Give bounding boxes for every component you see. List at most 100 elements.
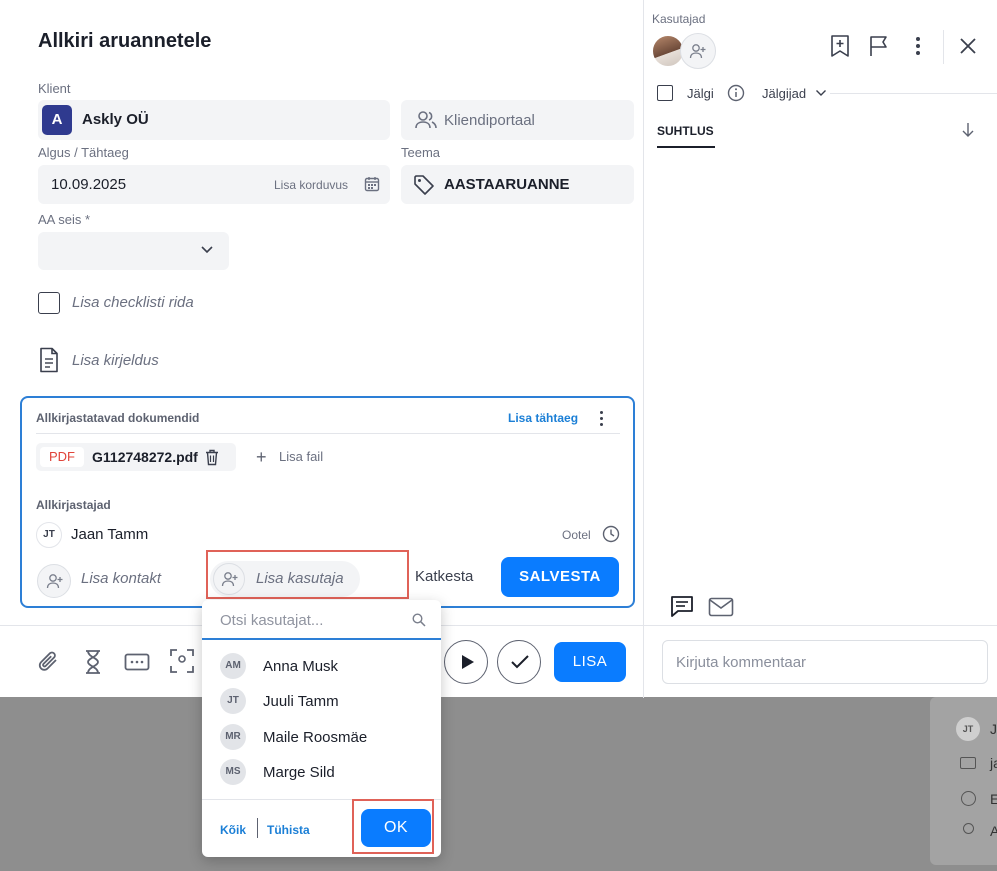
toolbar-divider [643,626,644,698]
comment-placeholder: Kirjuta kommentaar [676,654,807,671]
save-button[interactable]: SALVESTA [501,557,619,597]
tab-underline [657,146,715,148]
signers-label: Allkirjastajad [36,498,111,512]
follow-checkbox[interactable] [657,85,673,101]
bottom-toolbar: LISA Kirjuta kommentaar [0,625,997,698]
play-icon [462,655,474,669]
arrow-down-icon[interactable] [961,122,975,138]
more-icon[interactable] [916,37,920,55]
scan-icon[interactable] [169,648,195,674]
calendar-icon[interactable] [364,176,380,192]
page-backdrop [0,697,997,871]
topic-label: Teema [401,145,441,160]
signer-name: Jaan Tamm [71,526,149,543]
document-icon [40,347,58,373]
file-name[interactable]: G112748272.pdf [92,449,198,465]
client-name: Askly OÜ [82,111,149,128]
user-option[interactable]: MR Maile Roosmäe [220,723,367,751]
chevron-down-icon [816,90,826,96]
user-option-name: Maile Roosmäe [263,728,368,746]
tab-communication[interactable]: SUHTLUS [657,124,714,138]
add-checklist-row[interactable]: Lisa checklisti rida [72,294,194,311]
follow-label: Jälgi [687,86,714,101]
background-card: JT J ja E A [930,697,997,865]
date-field[interactable]: 10.09.2025 Lisa korduvus [38,165,390,204]
documents-title: Allkirjastatavad dokumendid [36,411,200,425]
highlight-ok-button [352,799,434,854]
followers-dropdown[interactable]: Jälgijad [762,86,806,101]
user-option-avatar: JT [220,688,246,714]
date-value: 10.09.2025 [51,176,127,193]
person-icon [963,823,974,834]
comment-icon[interactable] [670,595,694,617]
client-label: Klient [38,81,71,96]
info-icon[interactable] [727,84,745,102]
users-icon [415,111,437,129]
add-user-icon[interactable] [680,33,716,69]
flag-icon[interactable] [868,34,890,58]
task-modal: Allkiri aruannetele Klient A Askly OÜ Kl… [0,0,997,698]
chevron-down-icon [201,246,213,254]
client-avatar: A [42,105,72,135]
add-file-link[interactable]: Lisa fail [279,449,323,464]
status-label: AA seis * [38,212,91,227]
dates-label: Algus / Tähtaeg [38,145,129,160]
clock-icon [602,525,620,543]
user-option-avatar: AM [220,653,246,679]
signer-avatar: JT [36,522,62,548]
file-chip[interactable]: PDF G112748272.pdf [36,443,236,471]
user-search-input[interactable]: Otsi kasutajat... [202,600,441,640]
followers-line [830,93,997,94]
client-portal-button[interactable]: Kliendiportaal [401,100,634,140]
user-option-name: Marge Sild [263,763,335,781]
pdf-badge: PDF [40,447,84,467]
input-field-icon[interactable] [124,653,150,671]
comment-input[interactable]: Kirjuta kommentaar [662,640,988,684]
paperclip-icon[interactable] [36,649,62,675]
user-search-placeholder: Otsi kasutajat... [220,612,324,629]
topic-value: AASTAARUANNE [444,176,570,193]
circle-icon [961,791,976,806]
user-option-avatar: MS [220,759,246,785]
client-field[interactable]: A Askly OÜ [38,100,390,140]
link-separator [257,818,258,838]
client-portal-label: Kliendiportaal [444,112,535,129]
add-deadline-link[interactable]: Lisa tähtaeg [508,411,578,425]
background-text: E [990,791,997,807]
add-contact-icon[interactable] [37,564,71,598]
background-avatar: JT [956,717,980,741]
background-text: ja [990,755,997,771]
select-all-link[interactable]: Kõik [220,823,246,837]
status-select[interactable] [38,232,229,270]
add-button[interactable]: LISA [554,642,626,682]
hourglass-icon[interactable] [83,649,103,675]
plus-icon[interactable]: + [256,447,267,468]
highlight-add-user [206,550,409,599]
panel-divider [643,0,644,697]
signer-status: Ootel [562,528,591,542]
topic-field[interactable]: AASTAARUANNE [401,165,634,204]
user-option[interactable]: JT Juuli Tamm [220,687,339,715]
trash-icon[interactable] [205,449,219,466]
header-divider [943,30,944,64]
documents-divider [36,433,620,434]
bookmark-add-icon[interactable] [830,34,850,58]
user-option[interactable]: AM Anna Musk [220,652,338,680]
background-text: A [990,823,997,839]
cancel-button[interactable]: Katkesta [415,568,473,585]
background-text: J [990,721,997,737]
user-option-avatar: MR [220,724,246,750]
email-icon[interactable] [708,597,734,617]
complete-button[interactable] [497,640,541,684]
checklist-checkbox[interactable] [38,292,60,314]
play-button[interactable] [444,640,488,684]
close-icon[interactable] [959,37,977,55]
add-description[interactable]: Lisa kirjeldus [72,352,159,369]
user-option-name: Juuli Tamm [263,692,339,710]
user-option[interactable]: MS Marge Sild [220,758,335,786]
documents-more-icon[interactable] [600,411,604,427]
add-contact-link[interactable]: Lisa kontakt [81,570,161,587]
add-recurrence-link[interactable]: Lisa korduvus [274,178,348,192]
clear-link[interactable]: Tühista [267,823,310,837]
tag-icon [414,175,434,195]
